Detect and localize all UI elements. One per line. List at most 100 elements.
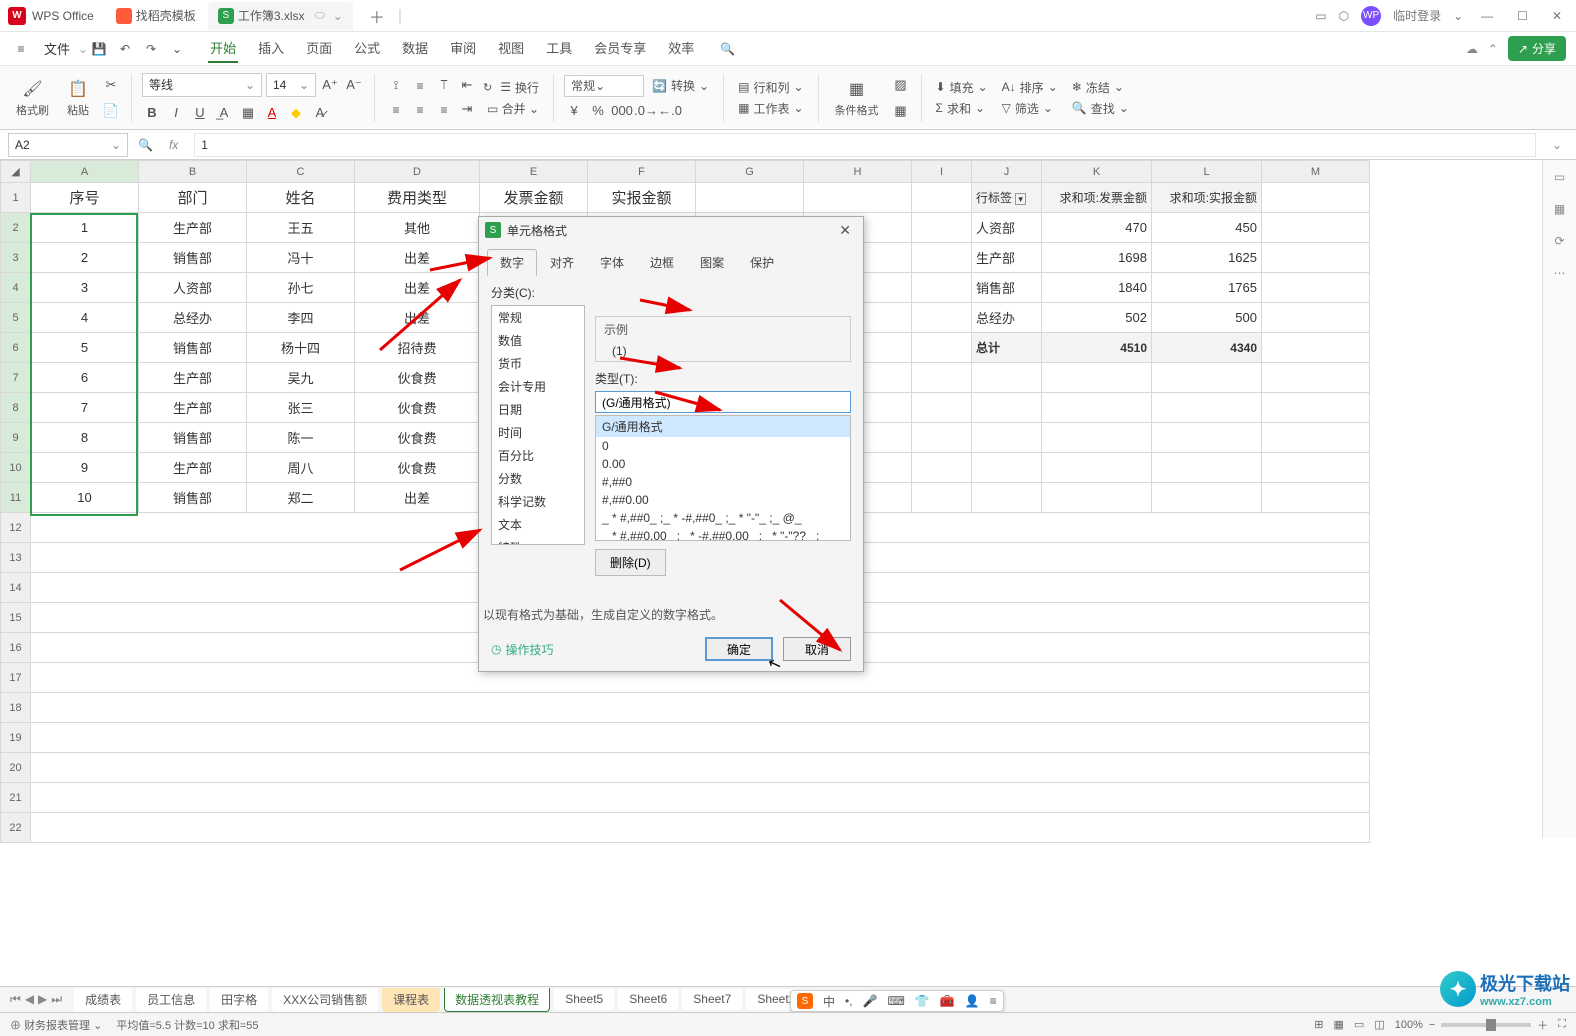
cell[interactable]: 费用类型	[355, 183, 480, 213]
ime-toolbox-icon[interactable]: 🧰	[940, 994, 955, 1008]
ribbon-tab-tools[interactable]: 工具	[544, 34, 574, 63]
type-item[interactable]: #,##0.00	[596, 491, 850, 509]
cell[interactable]: 销售部	[139, 243, 247, 273]
ime-toolbar[interactable]: S 中 •, 🎤 ⌨ 👕 🧰 👤 ≡	[790, 990, 1004, 1012]
filter-button[interactable]: ▽ 筛选 ⌄	[998, 100, 1062, 117]
cell[interactable]: 吴九	[247, 363, 355, 393]
cat-item[interactable]: 会计专用	[492, 375, 584, 398]
sheet-nav-prev[interactable]: ◀	[25, 992, 34, 1007]
undo-icon[interactable]: ↶	[114, 38, 136, 60]
cellstyle-icon[interactable]: ▨	[891, 75, 911, 95]
fillcolor-icon[interactable]: ◆	[286, 103, 306, 123]
fx-icon[interactable]: fx	[169, 138, 178, 152]
indent-dec-icon[interactable]: ⇤	[457, 75, 477, 95]
dialog-tab-protect[interactable]: 保护	[737, 249, 787, 276]
sheet-nav-next[interactable]: ▶	[38, 992, 47, 1007]
rowcol-button[interactable]: ▤ 行和列 ⌄	[734, 79, 807, 96]
tab-dropdown-icon[interactable]: ⌄	[333, 9, 343, 23]
col-header[interactable]: G	[696, 161, 804, 183]
cell[interactable]: 6	[31, 363, 139, 393]
strike-icon[interactable]: ̲A	[214, 103, 234, 123]
cell[interactable]: 出差	[355, 273, 480, 303]
cat-item[interactable]: 时间	[492, 421, 584, 444]
percent-icon[interactable]: %	[588, 101, 608, 121]
dec-inc-icon[interactable]: .0→	[636, 101, 656, 121]
cell[interactable]: 1840	[1042, 273, 1152, 303]
cell[interactable]: 伙食费	[355, 453, 480, 483]
row-header[interactable]: 10	[1, 453, 31, 483]
row-header[interactable]: 6	[1, 333, 31, 363]
row-header[interactable]: 13	[1, 543, 31, 573]
more-quick-icon[interactable]: ⌄	[166, 38, 188, 60]
file-menu[interactable]: 文件	[44, 39, 70, 58]
cell[interactable]: 1765	[1152, 273, 1262, 303]
row-header[interactable]: 7	[1, 363, 31, 393]
paste[interactable]: 📋粘贴	[61, 78, 95, 118]
cat-item[interactable]: 文本	[492, 513, 584, 536]
cell[interactable]: 部门	[139, 183, 247, 213]
find-button[interactable]: 🔍 查找 ⌄	[1068, 100, 1133, 117]
cell[interactable]: 周八	[247, 453, 355, 483]
status-manager[interactable]: ⊕ 财务报表管理 ⌄	[10, 1017, 102, 1033]
pivot-filter-icon[interactable]: ▾	[1015, 193, 1026, 205]
cat-item[interactable]: 百分比	[492, 444, 584, 467]
cell[interactable]: 其他	[355, 213, 480, 243]
cell[interactable]: 出差	[355, 303, 480, 333]
window-icon[interactable]: ▭	[1315, 9, 1326, 23]
freeze-button[interactable]: ❄ 冻结 ⌄	[1068, 79, 1133, 96]
row-header[interactable]: 9	[1, 423, 31, 453]
type-item[interactable]: _ * #,##0_ ;_ * -#,##0_ ;_ * "-"_ ;_ @_	[596, 509, 850, 527]
ribbon-tab-view[interactable]: 视图	[496, 34, 526, 63]
user-avatar[interactable]: WP	[1361, 6, 1381, 26]
cell[interactable]: 姓名	[247, 183, 355, 213]
cell[interactable]: 7	[31, 393, 139, 423]
font-size-combo[interactable]: 14⌄	[266, 73, 316, 97]
ime-settings-icon[interactable]: ≡	[990, 994, 997, 1008]
decrease-font-icon[interactable]: A⁻	[344, 75, 364, 95]
cell[interactable]: 500	[1152, 303, 1262, 333]
col-header[interactable]: C	[247, 161, 355, 183]
currency-icon[interactable]: ¥	[564, 101, 584, 121]
cell[interactable]: 冯十	[247, 243, 355, 273]
fontcolor-icon[interactable]: A	[262, 103, 282, 123]
cube-icon[interactable]: ⬡	[1339, 9, 1349, 23]
zoom-in-icon[interactable]: ＋	[1537, 1017, 1548, 1033]
merge-button[interactable]: ▭ 合并 ⌄	[483, 100, 543, 117]
type-list[interactable]: G/通用格式 0 0.00 #,##0 #,##0.00 _ * #,##0_ …	[595, 415, 851, 541]
cell[interactable]: 实报金额	[588, 183, 696, 213]
wrap-button[interactable]: ☰ 换行	[496, 79, 543, 96]
side-select-icon[interactable]: ▭	[1554, 170, 1565, 184]
row-header[interactable]: 4	[1, 273, 31, 303]
cell[interactable]: 伙食费	[355, 393, 480, 423]
dialog-tab-number[interactable]: 数字	[487, 249, 537, 276]
ribbon-tab-review[interactable]: 审阅	[448, 34, 478, 63]
col-header[interactable]: B	[139, 161, 247, 183]
sheet-tab[interactable]: 课程表	[382, 988, 440, 1012]
tablestyle-icon[interactable]: ▦	[891, 101, 911, 121]
cell[interactable]: 总经办	[972, 303, 1042, 333]
cell[interactable]: 郑二	[247, 483, 355, 513]
cell[interactable]: 2	[31, 243, 139, 273]
col-header[interactable]: H	[804, 161, 912, 183]
sheet-tab[interactable]: Sheet6	[618, 989, 678, 1010]
cell[interactable]: 4	[31, 303, 139, 333]
cell[interactable]: 5	[31, 333, 139, 363]
row-header[interactable]: 21	[1, 783, 31, 813]
fullscreen-icon[interactable]: ⛶	[1558, 1018, 1566, 1031]
corner-cell[interactable]: ◢	[1, 161, 31, 183]
cell[interactable]: 出差	[355, 483, 480, 513]
col-header[interactable]: M	[1262, 161, 1370, 183]
cell[interactable]: 人资部	[972, 213, 1042, 243]
row-header[interactable]: 5	[1, 303, 31, 333]
border-icon[interactable]: ▦	[238, 103, 258, 123]
col-header[interactable]: J	[972, 161, 1042, 183]
ime-voice-icon[interactable]: 🎤	[863, 994, 878, 1008]
ime-lang-icon[interactable]: 中	[823, 993, 835, 1010]
sum-button[interactable]: Σ 求和 ⌄	[932, 100, 992, 117]
format-painter[interactable]: 🖌格式刷	[10, 78, 55, 118]
cell[interactable]: 4340	[1152, 333, 1262, 363]
row-header[interactable]: 8	[1, 393, 31, 423]
row-header[interactable]: 18	[1, 693, 31, 723]
dialog-tab-font[interactable]: 字体	[587, 249, 637, 276]
cell[interactable]: 孙七	[247, 273, 355, 303]
